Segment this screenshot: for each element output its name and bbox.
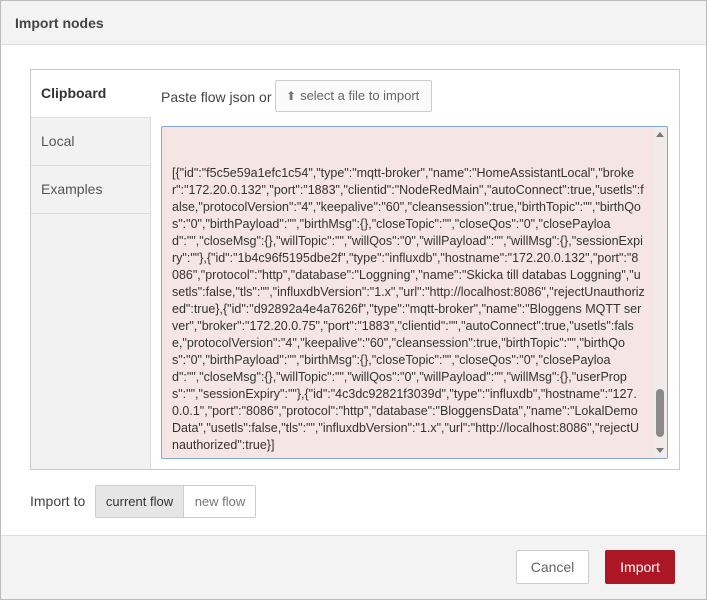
flow-json-text: [{"id":"f5c5e59a1efc1c54","type":"mqtt-b… [172, 166, 645, 452]
upload-icon: ⬆︎ [286, 89, 297, 103]
tab-clipboard[interactable]: Clipboard [31, 70, 151, 118]
import-panel: Clipboard Local Examples Paste flow json… [30, 69, 680, 470]
import-nodes-dialog: Import nodes Clipboard Local Examples Pa… [0, 0, 707, 600]
source-tabs: Clipboard Local Examples [31, 70, 151, 469]
select-file-button[interactable]: ⬆︎ select a file to import [275, 80, 432, 112]
dialog-footer: Cancel Import [1, 535, 706, 599]
paste-label: Paste flow json or [161, 89, 272, 105]
scroll-up-icon[interactable] [656, 132, 664, 137]
cancel-button[interactable]: Cancel [516, 550, 589, 584]
import-target-toggle: current flow new flow [95, 485, 256, 518]
paste-row: Paste flow json or ⬆︎ select a file to im… [161, 80, 671, 114]
dialog-title: Import nodes [15, 15, 104, 31]
json-scrollbar[interactable] [653, 127, 667, 458]
current-flow-button[interactable]: current flow [96, 486, 184, 517]
clipboard-content: Paste flow json or ⬆︎ select a file to im… [161, 80, 671, 460]
dialog-titlebar: Import nodes [1, 1, 706, 45]
scroll-down-icon[interactable] [656, 448, 664, 453]
flow-json-textarea[interactable]: [{"id":"f5c5e59a1efc1c54","type":"mqtt-b… [161, 126, 668, 459]
select-file-label: select a file to import [300, 88, 420, 103]
tab-local[interactable]: Local [31, 118, 150, 166]
scroll-thumb[interactable] [656, 389, 664, 437]
import-to-row: Import to current flow new flow [30, 485, 330, 519]
new-flow-button[interactable]: new flow [185, 486, 255, 517]
import-button[interactable]: Import [605, 550, 675, 584]
import-to-label: Import to [30, 493, 86, 509]
tab-examples[interactable]: Examples [31, 166, 150, 214]
